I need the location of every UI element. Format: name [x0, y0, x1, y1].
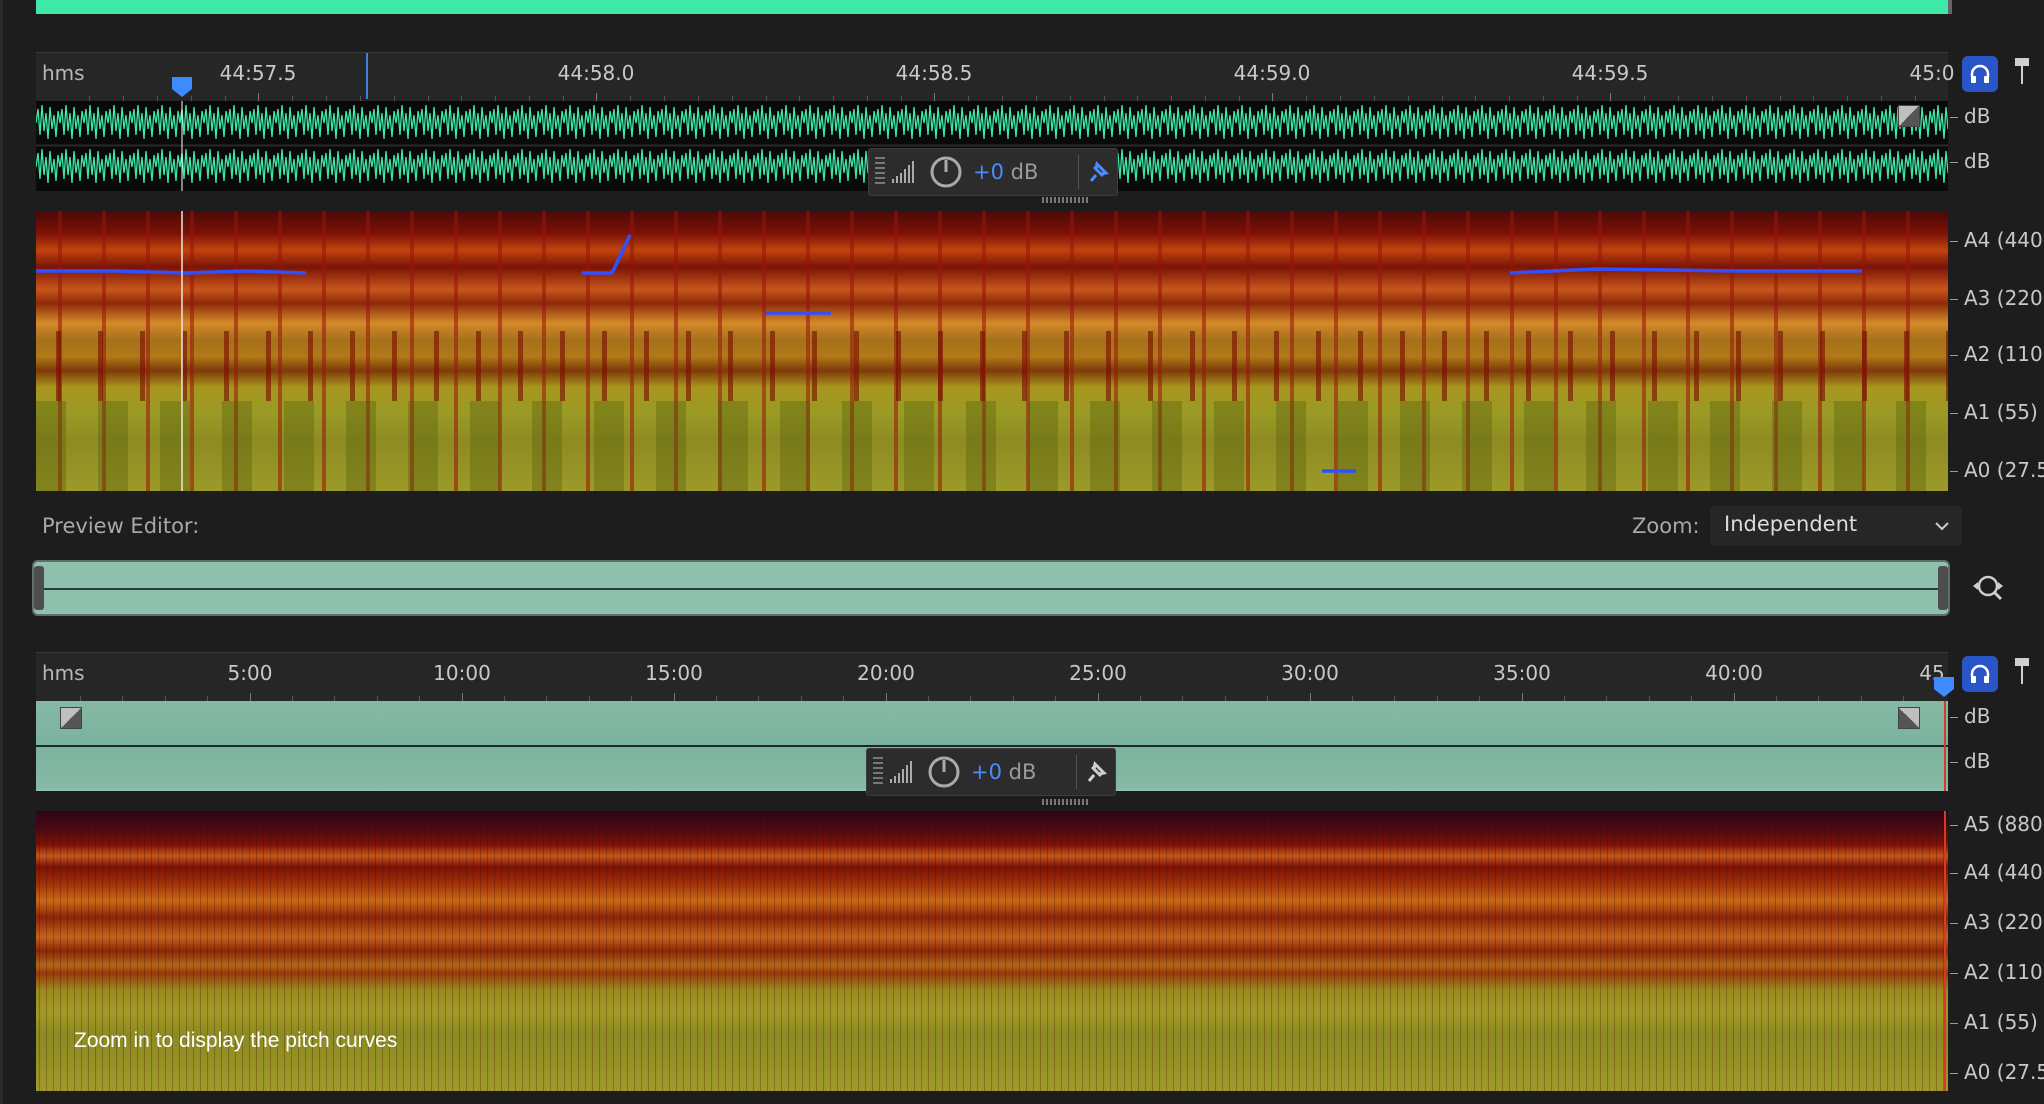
top-overview-strip [36, 0, 1948, 14]
top-spectral-view[interactable] [36, 211, 1948, 491]
playhead-marker-icon[interactable] [170, 75, 194, 99]
level-meter-icon [892, 161, 914, 183]
pitch-label: A3 (220) [1950, 286, 2044, 310]
zoom-select-value: Independent [1724, 512, 1858, 536]
headphones-icon[interactable] [1962, 56, 1998, 92]
channel-db-label: dB [1950, 104, 1990, 128]
ruler-label: 44:59.5 [1571, 61, 1649, 85]
top-time-ruler[interactable]: hms 44:57.5 44:58.0 44:58.5 44:59.0 44:5… [36, 52, 1954, 103]
ruler-label: 35:00 [1493, 661, 1551, 685]
pitch-label: A1 (55) [1950, 400, 2038, 424]
ruler-label: 10:00 [433, 661, 491, 685]
channel-db-label: dB [1950, 749, 1990, 773]
ruler-label: 45:0 [1909, 61, 1955, 85]
ruler-label: 40:00 [1705, 661, 1763, 685]
top-strip-edge [1948, 0, 1952, 14]
zoom-label: Zoom: [1632, 514, 1700, 538]
overview-left-handle[interactable] [34, 566, 44, 610]
level-meter-icon [890, 761, 912, 783]
pitch-label: A2 (110) [1950, 960, 2044, 984]
ruler-label: 44:58.5 [895, 61, 973, 85]
fade-in-icon[interactable] [60, 707, 82, 729]
ruler-label: 5:00 [227, 661, 273, 685]
ruler-unit: hms [42, 661, 85, 685]
zoom-select[interactable]: Independent [1710, 506, 1962, 546]
panel-resize-grip[interactable] [1042, 197, 1088, 203]
channel-db-label: dB [1950, 149, 1990, 173]
pitch-label: A0 (27.5 [1950, 458, 2044, 482]
ruler-unit: hms [42, 61, 85, 85]
top-volume-hud[interactable]: +0 dB [868, 148, 1118, 196]
pitch-label: A5 (880) [1950, 812, 2044, 836]
pitch-label: A0 (27.5 [1950, 1060, 2044, 1084]
pitch-label: A3 (220) [1950, 910, 2044, 934]
preview-editor-label: Preview Editor: [42, 514, 200, 538]
panel-resize-grip[interactable] [1042, 799, 1088, 805]
left-frame-edge [0, 0, 3, 1104]
pitch-label: A4 (440) [1950, 228, 2044, 252]
channel-db-label: dB [1950, 704, 1990, 728]
end-marker [1944, 701, 1946, 791]
cursor-line [366, 53, 368, 99]
pin-hud-icon[interactable] [1079, 157, 1113, 187]
zoom-icon[interactable] [1970, 570, 2006, 606]
pitch-label: A2 (110) [1950, 342, 2044, 366]
ruler-label: 25:00 [1069, 661, 1127, 685]
chevron-down-icon [1935, 522, 1949, 531]
ruler-label: 30:00 [1281, 661, 1339, 685]
ruler-label: 20:00 [857, 661, 915, 685]
overview-right-handle[interactable] [1938, 566, 1948, 610]
playhead-marker-icon[interactable] [1932, 675, 1956, 699]
ruler-label: 15:00 [645, 661, 703, 685]
ruler-label: 44:58.0 [557, 61, 635, 85]
fade-out-icon[interactable] [1898, 105, 1920, 127]
fade-out-icon[interactable] [1898, 707, 1920, 729]
pitch-label: A4 (440) [1950, 860, 2044, 884]
pin-icon[interactable] [2010, 56, 2034, 88]
bottom-spectral-view[interactable]: Zoom in to display the pitch curves [36, 811, 1948, 1091]
volume-knob-icon[interactable] [929, 155, 963, 189]
pin-icon[interactable] [2010, 656, 2034, 688]
hud-volume-value: +0 dB [973, 160, 1039, 184]
overview-navigator[interactable] [32, 560, 1950, 616]
pin-hud-icon[interactable] [1077, 757, 1111, 787]
ruler-label: 44:59.0 [1233, 61, 1311, 85]
hud-grip[interactable] [875, 157, 885, 187]
hud-grip[interactable] [873, 757, 883, 787]
pitch-curves [36, 211, 1862, 491]
ruler-label: 44:57.5 [219, 61, 297, 85]
headphones-icon[interactable] [1962, 656, 1998, 692]
hud-volume-value: +0 dB [971, 760, 1037, 784]
pitch-label: A1 (55) [1950, 1010, 2038, 1034]
bottom-volume-hud[interactable]: +0 dB [866, 748, 1116, 796]
volume-knob-icon[interactable] [927, 755, 961, 789]
pitch-curve-message: Zoom in to display the pitch curves [74, 1029, 398, 1052]
end-marker [1944, 811, 1946, 1091]
bottom-time-ruler[interactable]: hms 5:00 10:00 15:00 20:00 25:00 30:00 3… [36, 652, 1954, 703]
